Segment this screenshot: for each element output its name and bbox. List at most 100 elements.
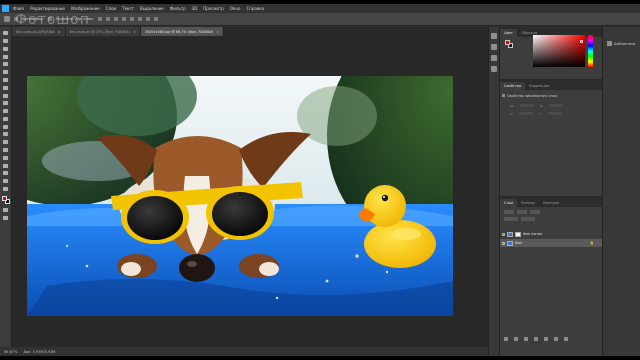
zoom-level[interactable]: 66,67% [4, 350, 17, 354]
history-brush-tool-icon[interactable] [3, 101, 9, 106]
libraries-icon [607, 41, 612, 46]
document-tab-label: без-назв-ия-2/RGB/8# [16, 29, 55, 34]
opacity-field[interactable] [521, 217, 535, 221]
menu-edit[interactable]: Редактирование [27, 6, 68, 11]
color-picker-field[interactable] [533, 35, 585, 67]
menu-select[interactable]: Выделение [137, 6, 167, 11]
property-row: Ш: В: [510, 104, 564, 108]
layer-style-icon[interactable] [514, 337, 518, 341]
properties-panel-tabs: Свойства Коррекция [500, 80, 602, 90]
align-left-icon[interactable] [121, 17, 126, 21]
new-group-icon[interactable] [544, 337, 548, 341]
layer-thumbnail [507, 231, 513, 237]
crop-tool-icon[interactable] [3, 62, 9, 67]
align-top-icon[interactable] [97, 17, 102, 21]
hue-slider[interactable] [588, 35, 593, 67]
menu-layers[interactable]: Слои [103, 6, 119, 11]
gradient-tool-icon[interactable] [3, 116, 9, 122]
path-select-tool-icon[interactable] [3, 155, 9, 161]
align-right-icon[interactable] [137, 17, 142, 21]
foreground-color-swatch[interactable] [1, 196, 7, 202]
menu-help[interactable]: Справка [243, 6, 267, 11]
layer-row[interactable]: Фон копия [500, 230, 602, 238]
layer-row-selected[interactable]: Фон 🔒 [500, 239, 602, 247]
rectangle-tool-icon[interactable] [3, 163, 9, 168]
menu-type[interactable]: Текст [119, 6, 137, 11]
layer-mask-thumbnail[interactable] [515, 231, 521, 237]
menu-filter[interactable]: Фильтр [167, 6, 189, 11]
move-tool-icon[interactable] [3, 31, 9, 36]
brush-tool-icon[interactable] [3, 85, 9, 90]
align-bottom-icon[interactable] [113, 17, 118, 21]
menu-view[interactable]: Просмотр [200, 6, 227, 11]
libraries-tab[interactable]: Библиотеки [603, 27, 640, 46]
document-size[interactable]: Док: 5,93M/5,93M [23, 350, 55, 354]
paragraph-icon[interactable] [491, 44, 497, 50]
marquee-tool-icon[interactable] [3, 39, 9, 44]
document-image[interactable] [27, 76, 453, 316]
quick-mask-icon[interactable] [3, 207, 9, 213]
menu-file[interactable]: Файл [10, 6, 27, 11]
menu-3d[interactable]: 3D [189, 6, 201, 11]
close-icon[interactable]: × [216, 30, 219, 34]
document-tab[interactable]: без-назв-ия @ 25% (Фон, RGB/8#) × [65, 27, 141, 36]
tab-color[interactable]: Цвет [500, 29, 517, 37]
pen-tool-icon[interactable] [3, 140, 9, 145]
height-field[interactable] [549, 104, 564, 107]
zoom-tool-icon[interactable] [3, 179, 9, 184]
more-tools-icon[interactable] [3, 186, 9, 192]
healing-brush-tool-icon[interactable] [3, 77, 9, 83]
eye-icon[interactable] [502, 232, 505, 236]
align-middle-icon[interactable] [105, 17, 110, 21]
trash-icon[interactable] [564, 337, 568, 341]
color-picker-cursor[interactable] [580, 40, 583, 43]
brush-settings-icon[interactable] [491, 66, 497, 72]
layer-filter-icons[interactable] [517, 210, 527, 214]
layer-name[interactable]: Фон копия [523, 232, 542, 236]
width-field[interactable] [520, 104, 535, 107]
3d-mode-icon[interactable] [153, 17, 158, 21]
canvas-area[interactable] [12, 36, 488, 347]
move-tool-icon[interactable] [4, 16, 10, 22]
quick-select-tool-icon[interactable] [3, 54, 9, 59]
tab-paths[interactable]: Контуры [539, 199, 563, 207]
y-field[interactable] [547, 112, 562, 115]
close-icon[interactable]: × [58, 30, 61, 34]
character-icon[interactable] [491, 55, 497, 61]
menu-image[interactable]: Изображение [68, 6, 103, 11]
color-swatches[interactable] [1, 196, 10, 205]
layer-kind-filter[interactable] [504, 210, 514, 214]
link-layers-icon[interactable] [504, 337, 508, 341]
hand-tool-icon[interactable] [3, 171, 9, 176]
add-mask-icon[interactable] [524, 337, 528, 341]
layer-filter-icons[interactable] [530, 210, 540, 214]
distribute-icon[interactable] [145, 17, 150, 21]
eraser-tool-icon[interactable] [3, 109, 9, 114]
close-icon[interactable]: × [133, 30, 136, 34]
tools-panel [0, 27, 12, 347]
document-tab[interactable]: без-назв-ия-2/RGB/8# × [12, 27, 66, 36]
lasso-tool-icon[interactable] [3, 46, 9, 52]
screen-mode-icon[interactable] [3, 215, 9, 220]
blur-tool-icon[interactable] [3, 124, 9, 129]
x-field[interactable] [519, 112, 534, 115]
layer-name[interactable]: Фон [515, 241, 522, 245]
tab-layers[interactable]: Слои [500, 199, 518, 207]
clone-stamp-tool-icon[interactable] [3, 93, 9, 98]
lock-icon[interactable]: 🔒 [590, 241, 594, 245]
align-center-icon[interactable] [129, 17, 134, 21]
eye-icon[interactable] [502, 241, 505, 245]
tab-channels[interactable]: Каналы [517, 199, 539, 207]
dodge-tool-icon[interactable] [3, 132, 9, 137]
eyedropper-tool-icon[interactable] [3, 70, 9, 75]
foreground-color-swatch[interactable] [505, 40, 510, 45]
new-layer-icon[interactable] [554, 337, 558, 341]
document-tab-active[interactable]: 1920x1080.jpg @ 66,7% (Фон, RGB/8#) × [140, 27, 225, 36]
type-tool-icon[interactable] [3, 148, 9, 153]
adjustment-layer-icon[interactable] [534, 337, 538, 341]
tab-properties[interactable]: Свойства [500, 82, 526, 90]
blend-mode-select[interactable] [504, 217, 518, 221]
tab-adjustments[interactable]: Коррекция [525, 82, 553, 90]
menu-window[interactable]: Окно [227, 6, 244, 11]
history-icon[interactable] [491, 33, 497, 39]
